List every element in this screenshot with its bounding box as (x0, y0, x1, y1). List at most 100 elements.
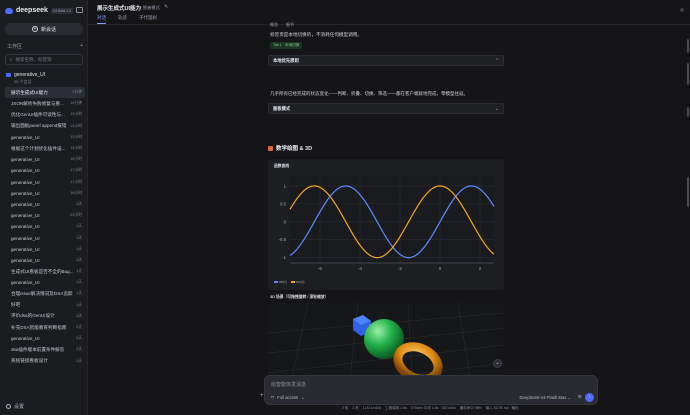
header: 展示生成式UI能力 ⚙ 智者模式 ✎ 对话 轨迹 子代理树 (88, 0, 690, 25)
new-chat-button[interactable]: + 新会话 (5, 23, 83, 35)
attach-plus-icon[interactable]: + (260, 393, 264, 399)
chat-time: 1天 (76, 257, 82, 262)
status-item: 工具调用 1.6s (385, 406, 407, 410)
chat-title: generative_UI (11, 257, 40, 263)
chat-time: 1天 (76, 280, 82, 285)
edit-title-icon[interactable]: ✎ (164, 4, 168, 10)
chat-time: 2天 (76, 358, 82, 363)
tab-trace[interactable]: 轨迹 (118, 15, 127, 24)
chat-title: 合理issue解决情况及DSA追踪 (11, 290, 73, 296)
chat-time: 1天 (76, 302, 82, 307)
deepseek-logo-icon (5, 7, 13, 14)
app-window: deepseek V4 Beta 1.0 + 新会话 工作区 + ⌕ 搜索名称、… (0, 0, 690, 415)
composer[interactable]: 给智能体发消息 + ⛉ Full access ⌄ DeepSeek-V4-Fl… (260, 375, 598, 405)
chat-title: dsa插件版本前置条件解答 (11, 346, 65, 352)
send-button[interactable]: ↑ (585, 393, 594, 402)
scrollbar-thumb[interactable] (687, 39, 689, 53)
chat-time: 1天 (76, 246, 82, 251)
chat-list-item[interactable]: 合理issue解决情况及DSA追踪 1天 (5, 288, 85, 299)
widget-tab-detail[interactable]: 细节 (286, 22, 294, 28)
scrollbar[interactable] (686, 27, 690, 327)
chat-list-item[interactable]: generative_UI 17小时 (5, 177, 85, 188)
access-selector[interactable]: ⛉ Full access ⌄ (271, 395, 305, 400)
status-bar: 2 轮2 秒 LLM 1m10s 工具调用 1.6s 0 Token 平均 1.6s … (342, 406, 519, 411)
legend-item-sin[interactable]: sin(x) (274, 280, 287, 284)
chat-list-item[interactable]: JSON解析失败修复与重... 12分钟 (5, 98, 85, 109)
chat-time: 2分钟 (72, 90, 82, 95)
main-panel: 展示生成式UI能力 ⚙ 智者模式 ✎ 对话 轨迹 子代理树 概览 细节 标签页是… (88, 0, 690, 415)
chat-title: 系统链接看板设计 (11, 358, 48, 364)
chat-title: 好吧 (11, 302, 21, 308)
chat-list-item[interactable]: 展示生成式UI能力 2分钟 (5, 87, 85, 99)
chat-time: 1天 (76, 269, 82, 274)
accordion-title: 本地优先原则 (273, 57, 299, 63)
status-item: 输入 82.0K tok · 输出 (485, 406, 519, 410)
search-icon: ⌕ (10, 57, 13, 62)
chat-title: generative_UI (11, 134, 40, 140)
chart-legend: sin(x) cos(x) (274, 280, 304, 284)
page-title: 展示生成式UI能力 (97, 6, 142, 12)
sidebar: deepseek V4 Beta 1.0 + 新会话 工作区 + ⌕ 搜索名称、… (0, 0, 88, 415)
chat-time: 17小时 (70, 179, 82, 184)
widget-tabs: 概览 细节 (270, 22, 294, 28)
settings-button[interactable]: 设置 (6, 403, 24, 410)
search-placeholder: 搜索名称、标签等 (15, 56, 52, 62)
chat-list-item[interactable]: generative_UI 15小时 (5, 154, 85, 165)
plus-icon: + (31, 26, 38, 32)
gear-icon (6, 404, 11, 409)
mode-indicator[interactable]: ⚙ 智者模式 (138, 5, 160, 11)
function-chart[interactable]: -6 -4 -2 0 2 1 0.5 0 -0.5 -1 (268, 159, 504, 290)
chat-list-item[interactable]: generative_UI 17小时 (5, 165, 85, 176)
accordion-local-first[interactable]: 本地优先原则 ⌃ (268, 55, 504, 66)
new-chat-label: 新会话 (40, 26, 56, 33)
settings-label: 设置 (14, 404, 25, 410)
chat-list-item[interactable]: generative_UI 1天 (5, 277, 85, 288)
chat-list-item[interactable]: generative_UI 13小时 (5, 132, 85, 143)
logo: deepseek V4 Beta 1.0 (5, 7, 74, 14)
scroll-to-bottom-button[interactable]: ⌄ (493, 359, 502, 368)
chat-list-item[interactable]: generative_UI 23小时 (5, 210, 85, 221)
sidebar-toggle-icon[interactable] (76, 7, 83, 13)
scrollbar-thumb[interactable] (687, 107, 689, 117)
scrollbar-thumb[interactable] (687, 63, 689, 85)
add-project-icon[interactable]: + (80, 43, 83, 50)
widget-tab-overview[interactable]: 概览 (270, 22, 278, 28)
tab-subagents[interactable]: 子代理树 (139, 15, 157, 24)
message-input[interactable]: 给智能体发消息 (271, 381, 306, 388)
header-menu-icon[interactable] (680, 8, 684, 12)
model-selector[interactable]: DeepSeek-V4-Flash Max ⌄ (520, 395, 571, 400)
tab-chat[interactable]: 对话 (97, 15, 106, 24)
chat-list-item[interactable]: generative_UI 1天 (5, 199, 85, 210)
scrollbar-thumb[interactable] (687, 177, 689, 207)
x-tick-label: -2 (398, 266, 402, 271)
chat-list-item[interactable]: generative_UI 1天 (5, 244, 85, 255)
legend-item-cos[interactable]: cos(x) (290, 280, 304, 284)
y-tick-label: -1 (282, 255, 286, 260)
chat-list-item[interactable]: 系统链接看板设计 2天 (5, 356, 85, 367)
chat-list-item[interactable]: generative_UI 1天 (5, 221, 85, 232)
chat-list-item[interactable]: generative_UI 1天 (5, 232, 85, 243)
section-title: 数学绘图 & 3D (268, 144, 312, 152)
chat-time: 23小时 (70, 213, 82, 218)
paperclip-icon[interactable]: ⊘ (578, 394, 582, 400)
plot-area (290, 177, 494, 263)
chat-list-item[interactable]: generative_UI 18小时 (5, 188, 85, 199)
chat-title: generative_UI (11, 179, 40, 185)
chat-list-item[interactable]: 根据这个计划优化插件设... 13小时 (5, 143, 85, 154)
chat-list-item[interactable]: 优化GenUI插件可读性与... 13小时 (5, 109, 85, 120)
chat-list-item[interactable]: generative_UI 2天 (5, 333, 85, 344)
chat-list-item[interactable]: dsa插件版本前置条件解答 2天 (5, 344, 85, 355)
sidebar-search-input[interactable]: ⌕ 搜索名称、标签等 (5, 54, 83, 65)
y-tick-label: 0.5 (280, 201, 287, 206)
chat-list-item[interactable]: 评价dsa的GenUI设计 1天 (5, 311, 85, 322)
project-item[interactable]: generative_UI 35 个会话 (6, 72, 84, 85)
chat-list-item[interactable]: 补充DSA智能教育判断指南 2天 (5, 322, 85, 333)
chat-list-item[interactable]: 输出面板panel append报错 13小时 (5, 121, 85, 132)
chat-list-item[interactable]: 好吧 1天 (5, 300, 85, 311)
accordion-panel-mode[interactable]: 面板模式 ⌄ (268, 103, 504, 114)
x-tick-label: -6 (318, 266, 322, 271)
chat-time: 2天 (76, 347, 82, 352)
chevron-down-icon: ⌄ (494, 105, 499, 112)
chat-list-item[interactable]: generative_UI 1天 (5, 255, 85, 266)
chat-list-item[interactable]: 生成式UI看板是否不全的Bug... 1天 (5, 266, 85, 277)
